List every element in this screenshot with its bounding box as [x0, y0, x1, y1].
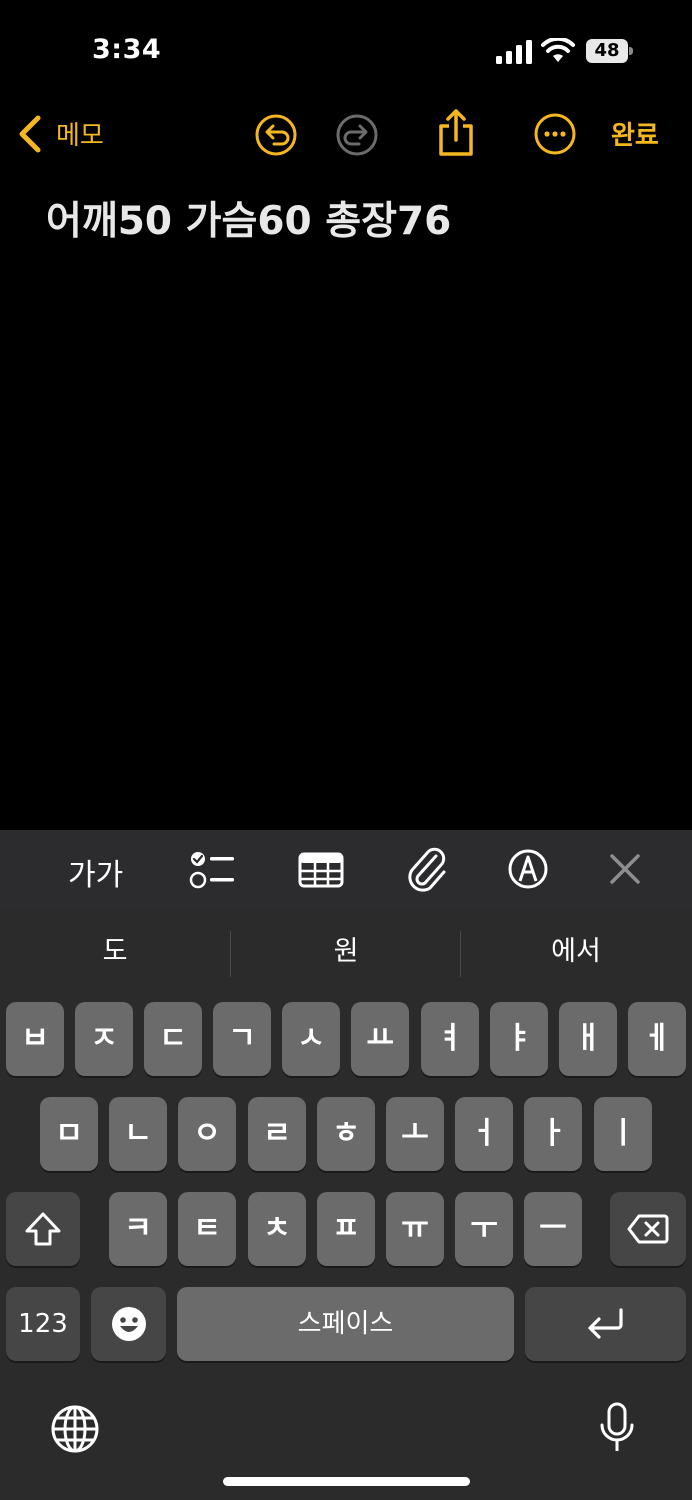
key-ch[interactable]: ㅊ: [248, 1192, 306, 1266]
suggestion-3[interactable]: 에서: [461, 929, 691, 968]
done-button[interactable]: 완료: [611, 115, 659, 152]
back-button[interactable]: 메모: [56, 115, 104, 152]
key-p[interactable]: ㅍ: [317, 1192, 375, 1266]
key-o[interactable]: ㅗ: [386, 1097, 444, 1171]
space-key[interactable]: 스페이스: [177, 1287, 514, 1361]
key-e[interactable]: ㅔ: [628, 1002, 686, 1076]
key-u[interactable]: ㅜ: [455, 1192, 513, 1266]
key-t[interactable]: ㅌ: [178, 1192, 236, 1266]
checklist-icon[interactable]: [188, 850, 236, 890]
key-j[interactable]: ㅈ: [75, 1002, 133, 1076]
key-a[interactable]: ㅏ: [524, 1097, 582, 1171]
key-r[interactable]: ㄹ: [248, 1097, 306, 1171]
return-icon: [587, 1308, 623, 1339]
suggestion-1[interactable]: 도: [0, 929, 230, 968]
chevron-left-icon[interactable]: [14, 114, 48, 154]
key-n[interactable]: ㄴ: [109, 1097, 167, 1171]
more-options-icon[interactable]: [533, 112, 577, 156]
text-style-button[interactable]: 가가: [68, 850, 123, 894]
globe-icon[interactable]: [50, 1404, 100, 1454]
key-s[interactable]: ㅅ: [282, 1002, 340, 1076]
close-icon[interactable]: [609, 853, 641, 885]
key-h[interactable]: ㅎ: [317, 1097, 375, 1171]
battery-level: 48: [594, 40, 620, 61]
wifi-icon: [541, 38, 575, 62]
key-m[interactable]: ㅁ: [40, 1097, 98, 1171]
undo-icon[interactable]: [254, 113, 298, 157]
numbers-key[interactable]: 123: [6, 1287, 80, 1361]
key-ae[interactable]: ㅐ: [559, 1002, 617, 1076]
home-indicator: [223, 1477, 470, 1486]
key-yeo[interactable]: ㅕ: [421, 1002, 479, 1076]
emoji-icon: [111, 1307, 146, 1341]
return-key[interactable]: [525, 1287, 686, 1361]
key-yo[interactable]: ㅛ: [351, 1002, 409, 1076]
battery-icon: 48: [586, 39, 634, 63]
key-d[interactable]: ㄷ: [144, 1002, 202, 1076]
shift-key[interactable]: [6, 1192, 80, 1266]
key-i[interactable]: ㅣ: [594, 1097, 652, 1171]
status-time: 3:34: [92, 34, 162, 65]
key-ng[interactable]: ㅇ: [178, 1097, 236, 1171]
key-g[interactable]: ㄱ: [213, 1002, 271, 1076]
format-toolbar: 가가: [0, 830, 692, 909]
key-b[interactable]: ㅂ: [6, 1002, 64, 1076]
key-ya[interactable]: ㅑ: [490, 1002, 548, 1076]
key-yu[interactable]: ㅠ: [386, 1192, 444, 1266]
paperclip-icon[interactable]: [406, 846, 448, 894]
keyboard: 도 원 에서 ㅂ ㅈ ㄷ ㄱ ㅅ ㅛ ㅕ ㅑ ㅐ ㅔ ㅁ ㄴ ㅇ ㄹ ㅎ ㅗ ㅓ…: [0, 909, 692, 1500]
key-k[interactable]: ㅋ: [109, 1192, 167, 1266]
microphone-icon[interactable]: [597, 1401, 637, 1455]
backspace-key[interactable]: [610, 1192, 686, 1266]
shift-arrow-icon: [25, 1212, 61, 1246]
backspace-icon: [627, 1214, 669, 1244]
table-icon[interactable]: [298, 852, 344, 888]
key-eo[interactable]: ㅓ: [455, 1097, 513, 1171]
emoji-key[interactable]: [91, 1287, 166, 1361]
note-text[interactable]: 어깨50 가슴60 총장76: [46, 190, 451, 246]
key-eu[interactable]: ㅡ: [524, 1192, 582, 1266]
redo-icon[interactable]: [335, 113, 379, 157]
cellular-signal-icon: [496, 40, 532, 64]
markup-pen-icon[interactable]: [507, 848, 549, 890]
suggestion-2[interactable]: 원: [231, 929, 461, 968]
share-icon[interactable]: [436, 108, 476, 158]
